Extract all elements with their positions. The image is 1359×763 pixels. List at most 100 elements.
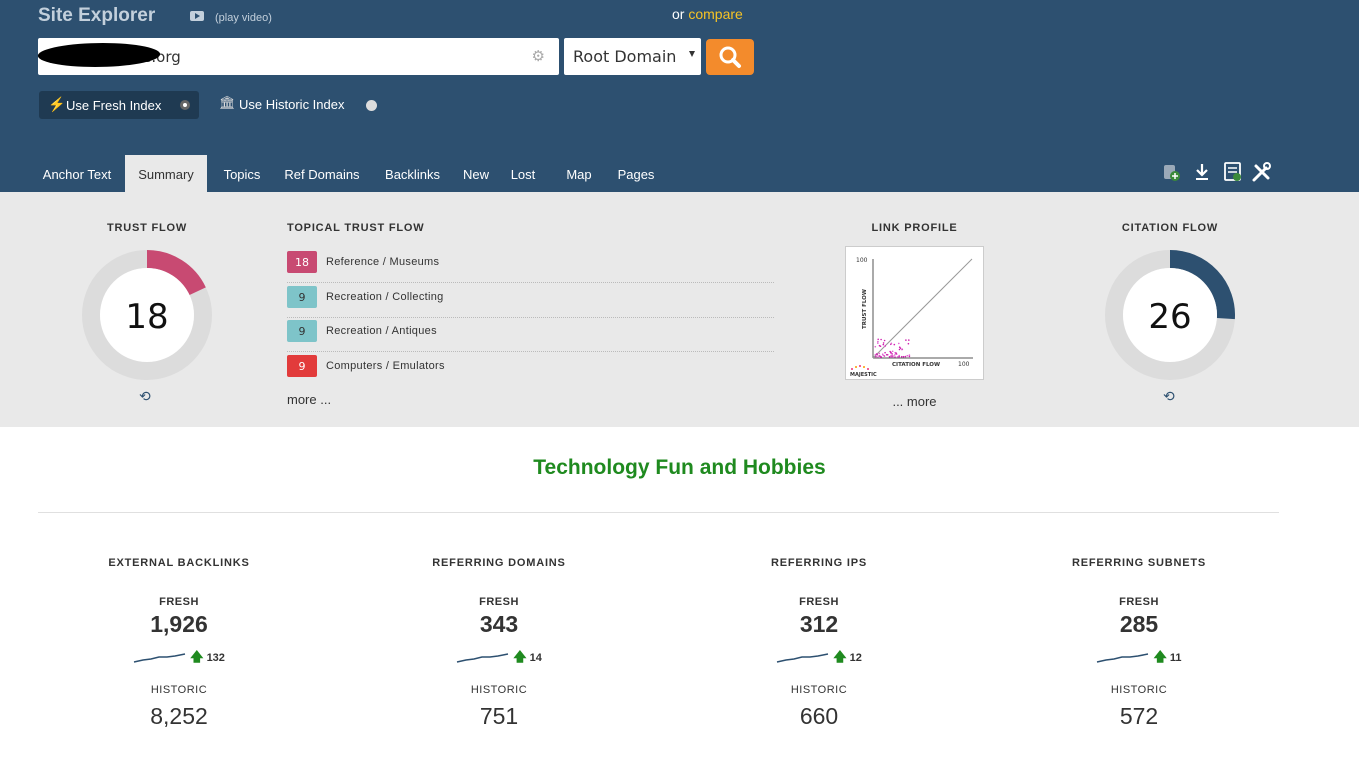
- scatter-point: [874, 345, 877, 348]
- scatter-point: [877, 342, 879, 344]
- fresh-index-option[interactable]: ⚡ Use Fresh Index: [39, 91, 199, 119]
- tab-summary[interactable]: Summary: [125, 155, 207, 192]
- scatter-point: [890, 342, 893, 345]
- tab-map[interactable]: Map: [557, 155, 601, 192]
- ttf-row[interactable]: 9 Recreation / Antiques: [287, 317, 774, 352]
- stat-referring-domains: REFERRING DOMAINS FRESH 343 🡅 14 HISTORI…: [369, 557, 629, 730]
- scatter-point: [877, 340, 879, 343]
- scatter-point: [880, 338, 882, 341]
- download-icon[interactable]: [1196, 164, 1208, 180]
- stat-title: EXTERNAL BACKLINKS: [108, 557, 250, 569]
- historic-value: 8,252: [150, 703, 208, 729]
- tab-ref-domains[interactable]: Ref Domains: [274, 155, 370, 192]
- fresh-label: FRESH: [799, 596, 839, 608]
- svg-text:MAJESTIC: MAJESTIC: [850, 372, 877, 378]
- scatter-point: [908, 339, 910, 341]
- arrow-up-icon: 🡅: [833, 649, 847, 664]
- scatter-point: [907, 342, 910, 345]
- ttf-topic: Computers / Emulators: [326, 360, 445, 372]
- citation-flow-value: 26: [1148, 297, 1191, 337]
- scatter-point: [891, 353, 893, 355]
- chevron-down-icon: [689, 51, 695, 57]
- trust-flow-gauge: 18: [82, 250, 212, 380]
- historic-value: 660: [799, 703, 839, 729]
- ttf-score-badge: 18: [287, 251, 317, 273]
- scatter-point: [885, 353, 888, 356]
- scatter-point: [892, 356, 894, 358]
- search-box[interactable]: ⚙: [34, 38, 559, 75]
- sparkline-icon: [1097, 653, 1149, 663]
- lightning-icon: ⚡: [48, 96, 66, 112]
- ttf-score-badge: 9: [287, 286, 317, 308]
- tools-icon[interactable]: [1252, 162, 1271, 182]
- bank-icon: 🏛: [219, 95, 236, 110]
- y-axis-label: TRUST FLOW: [862, 289, 868, 329]
- history-icon[interactable]: ⟲: [1163, 389, 1175, 405]
- scatter-point: [882, 343, 885, 346]
- ttf-more-link[interactable]: more ...: [287, 392, 331, 407]
- stat-referring-subnets: REFERRING SUBNETS FRESH 285 🡅 11 HISTORI…: [1009, 557, 1269, 730]
- history-icon[interactable]: ⟲: [139, 389, 151, 405]
- historic-value: 572: [1119, 703, 1159, 729]
- tab-backlinks[interactable]: Backlinks: [375, 155, 450, 192]
- historic-index-radio[interactable]: [366, 100, 377, 111]
- scatter-point: [882, 342, 885, 344]
- search-button[interactable]: [706, 39, 754, 75]
- tab-anchor-text[interactable]: Anchor Text: [29, 155, 125, 192]
- scatter-point: [875, 355, 877, 358]
- fresh-value: 312: [799, 611, 839, 637]
- tab-pages[interactable]: Pages: [610, 155, 662, 192]
- scatter-point: [895, 352, 897, 354]
- scatter-point: [890, 356, 892, 358]
- scatter-point: [908, 354, 911, 356]
- fresh-label: FRESH: [159, 596, 199, 608]
- delta-value: 132: [206, 652, 225, 664]
- play-video-link[interactable]: (play video): [215, 12, 272, 24]
- scatter-point: [901, 348, 903, 351]
- scatter-point: [898, 348, 901, 351]
- play-video-icon[interactable]: [190, 11, 204, 21]
- link-profile-label: LINK PROFILE: [871, 222, 958, 234]
- historic-index-label: Use Historic Index: [239, 97, 345, 112]
- scatter-point: [878, 352, 881, 355]
- compare-prefix: or: [672, 6, 685, 22]
- tab-new[interactable]: New: [455, 155, 497, 192]
- compare-link[interactable]: compare: [688, 6, 742, 22]
- link-profile-chart[interactable]: 100 100 CITATION FLOW TRUST FLOW MAJESTI…: [845, 246, 984, 380]
- ttf-row[interactable]: 9 Computers / Emulators: [287, 352, 774, 387]
- arrow-up-icon: 🡅: [190, 649, 204, 664]
- scatter-point: [906, 354, 909, 357]
- divider: [38, 512, 1279, 513]
- historic-index-option[interactable]: 🏛 Use Historic Index: [219, 95, 345, 112]
- trend-row: 🡅 12: [689, 648, 949, 684]
- x-max-label: 100: [958, 361, 970, 368]
- stat-external-backlinks: EXTERNAL BACKLINKS FRESH 1,926 🡅 132 HIS…: [49, 557, 309, 730]
- delta-value: 12: [849, 652, 862, 664]
- fresh-index-radio[interactable]: [180, 100, 190, 110]
- stat-title: REFERRING IPS: [771, 557, 867, 569]
- historic-label: HISTORIC: [470, 684, 528, 696]
- gear-icon[interactable]: ⚙: [532, 47, 545, 65]
- tab-topics[interactable]: Topics: [213, 155, 271, 192]
- scatter-point: [877, 338, 879, 341]
- scope-select[interactable]: Root Domain: [564, 38, 701, 75]
- link-profile-more-link[interactable]: ... more: [845, 394, 984, 409]
- citation-flow-label: CITATION FLOW: [1121, 222, 1219, 234]
- fresh-value: 343: [479, 611, 519, 637]
- header-bar: Site Explorer (play video) or compare ⚙ …: [0, 0, 1359, 192]
- trust-flow-label: TRUST FLOW: [106, 222, 188, 234]
- scatter-point: [894, 356, 896, 358]
- fresh-index-label: Use Fresh Index: [66, 98, 162, 113]
- ttf-score-badge: 9: [287, 320, 317, 342]
- historic-label: HISTORIC: [1110, 684, 1168, 696]
- scatter-point: [898, 354, 900, 357]
- add-to-bucket-icon[interactable]: [1164, 165, 1180, 181]
- ttf-row[interactable]: 9 Recreation / Collecting: [287, 283, 774, 318]
- fresh-value: 285: [1119, 611, 1159, 637]
- y-max-label: 100: [856, 257, 868, 264]
- report-icon[interactable]: [1224, 162, 1241, 181]
- trend-row: 🡅 14: [369, 648, 629, 684]
- tab-lost[interactable]: Lost: [501, 155, 545, 192]
- ttf-topic: Recreation / Antiques: [326, 325, 437, 337]
- ttf-row[interactable]: 18 Reference / Museums: [287, 248, 774, 283]
